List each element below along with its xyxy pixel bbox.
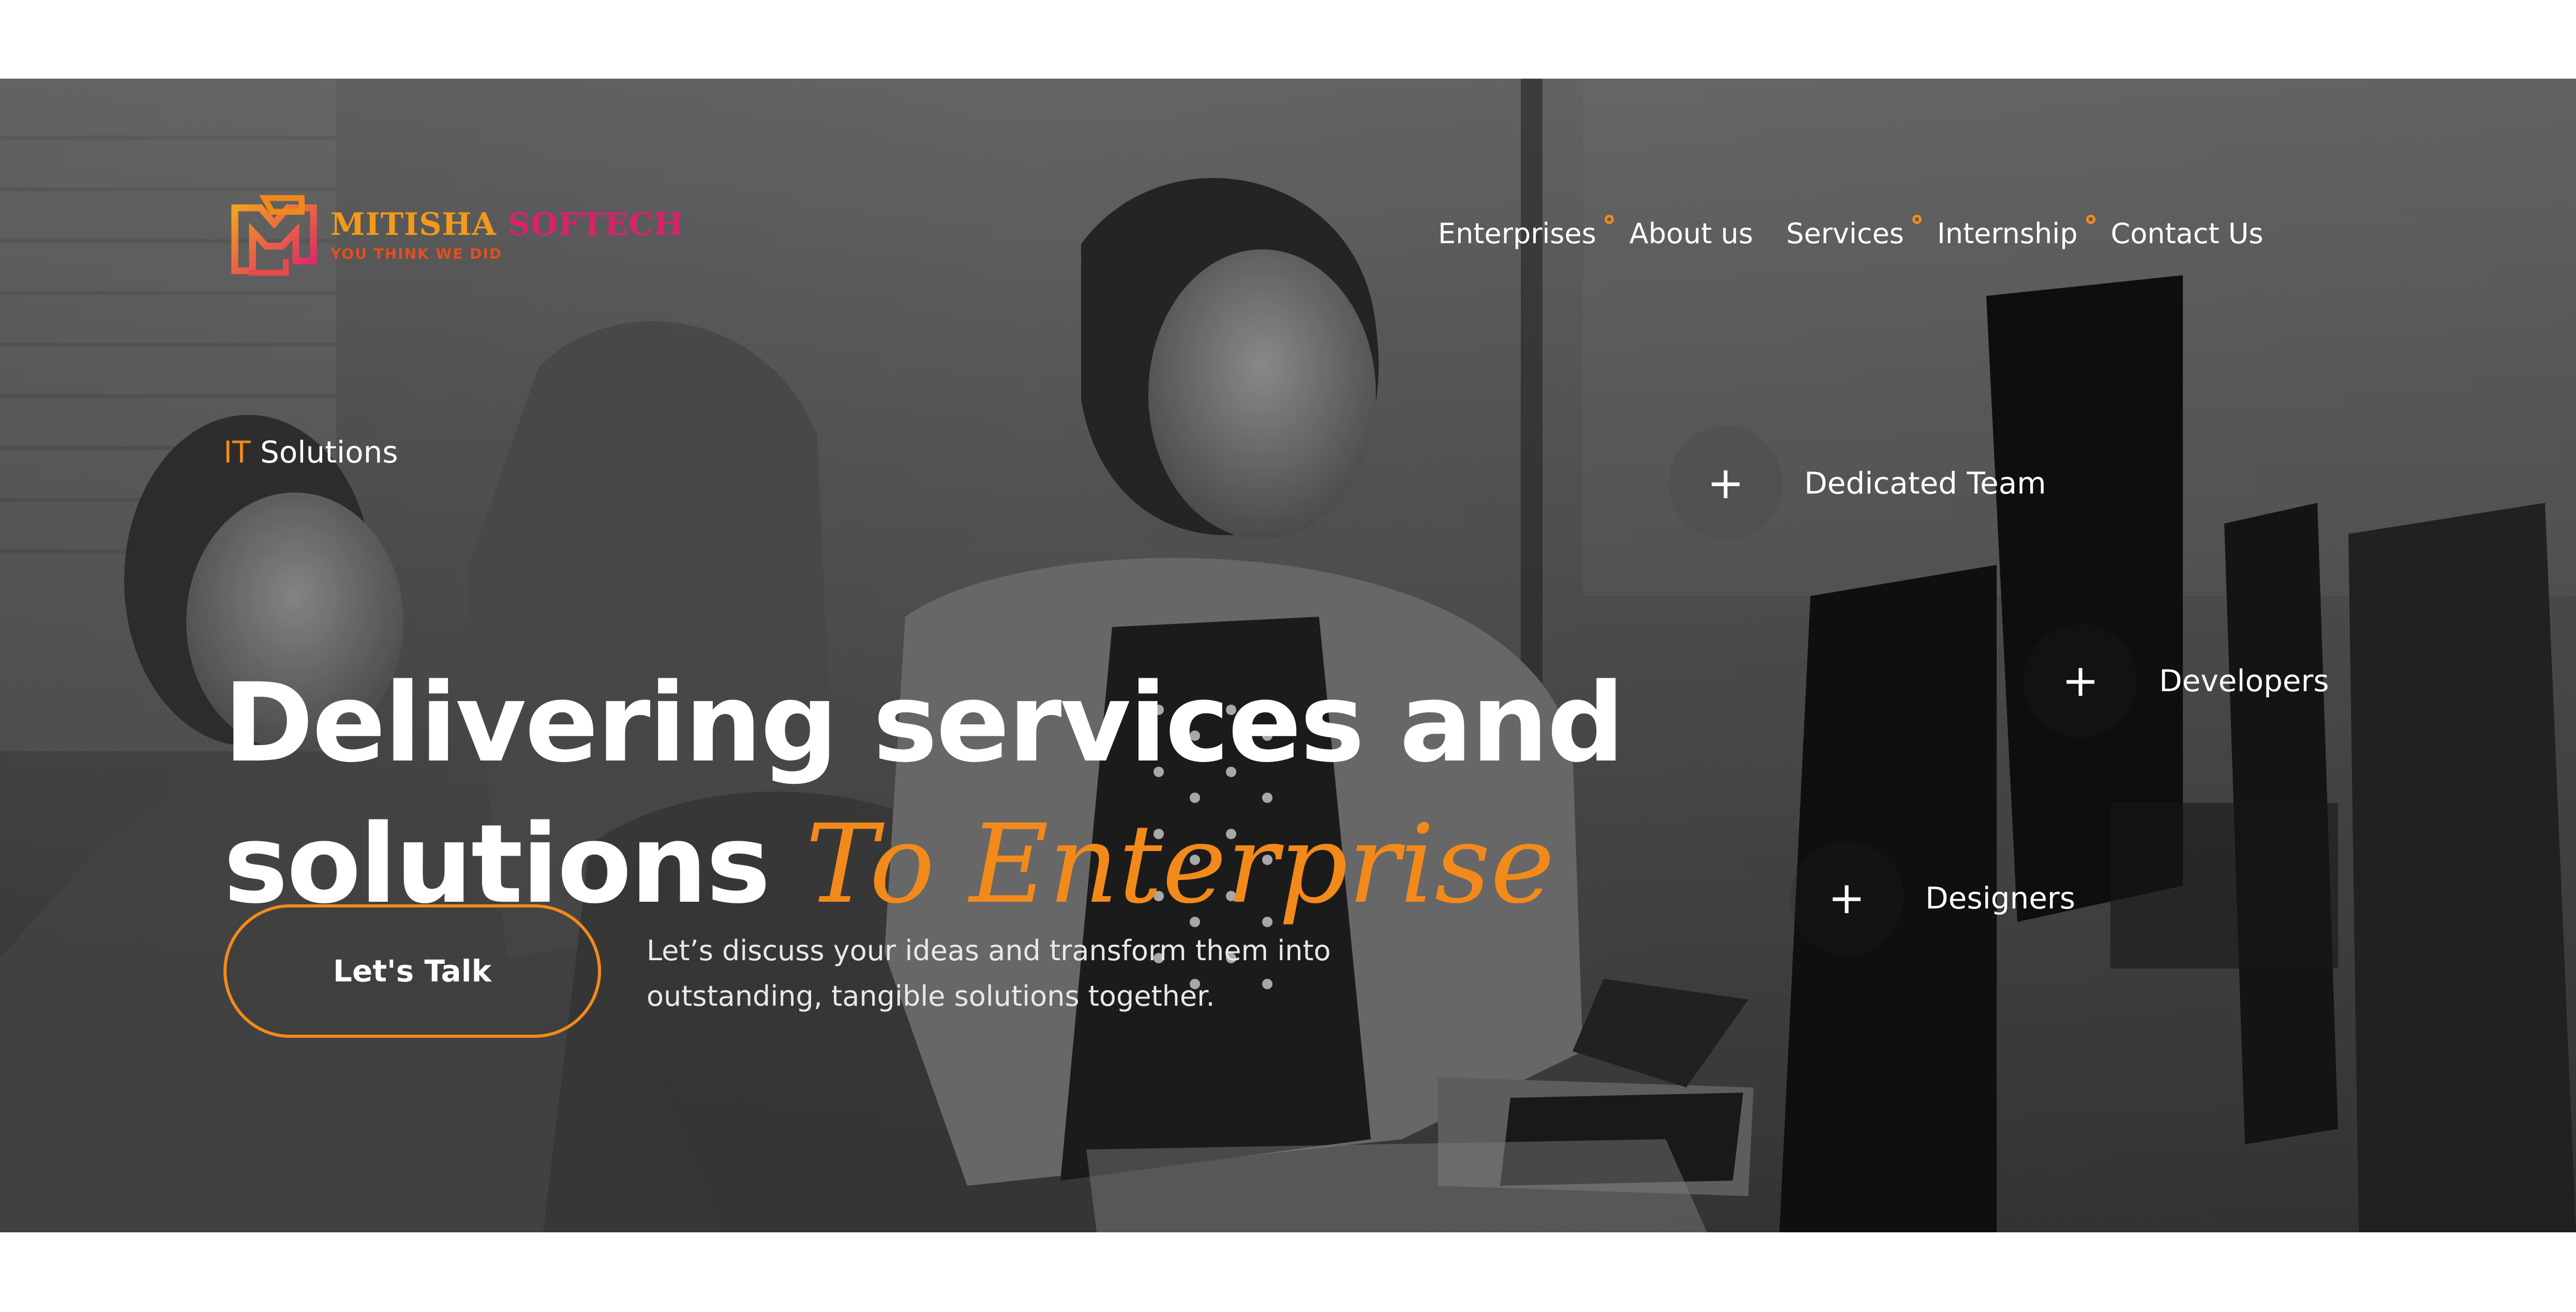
brand-tagline: YOU THINK WE DID (331, 245, 503, 262)
brand-name: MITISHA SOFTECH (331, 209, 684, 240)
hero-headline: Delivering services and solutions To Ent… (223, 652, 1625, 935)
ring-dot-icon (2086, 215, 2095, 224)
ms-monogram-logo-icon (231, 195, 317, 276)
ring-dot-icon (1912, 215, 1922, 224)
nav-label-services: Services (1786, 217, 1904, 250)
nav-item-about-us[interactable]: About us (1629, 220, 1753, 248)
nav-label-enterprises: Enterprises (1438, 217, 1596, 250)
eyebrow-prefix: IT (223, 435, 251, 470)
eyebrow-text: Solutions (260, 435, 398, 470)
headline-script-text: To Enterprise (805, 800, 1555, 928)
feature-designers[interactable]: + Designers (1790, 841, 2075, 955)
plus-icon[interactable]: + (1669, 426, 1783, 540)
brand-name-right: SOFTECH (507, 206, 684, 243)
brand-text: MITISHA SOFTECH YOU THINK WE DID (331, 209, 684, 262)
nav-label-contact-us: Contact Us (2110, 217, 2264, 250)
plus-icon[interactable]: + (2024, 624, 2137, 738)
brand-logo[interactable]: MITISHA SOFTECH YOU THINK WE DID (225, 186, 683, 285)
brand-name-left: MITISHA (331, 206, 497, 243)
headline-line-1: Delivering services and (223, 659, 1625, 786)
hero-description: Let’s discuss your ideas and transform t… (647, 928, 1454, 1019)
hero-description-line-1: Let’s discuss your ideas and transform t… (647, 934, 1331, 967)
hero-description-line-2: outstanding, tangible solutions together… (647, 980, 1215, 1012)
nav-item-services[interactable]: Services (1786, 215, 1922, 250)
hero-section: MITISHA SOFTECH YOU THINK WE DID Enterpr… (0, 79, 2576, 1232)
nav-label-internship: Internship (1937, 217, 2078, 250)
feature-developers[interactable]: + Developers (2024, 624, 2329, 738)
feature-label-dedicated-team: Dedicated Team (1804, 466, 2046, 501)
nav-label-about-us: About us (1629, 217, 1754, 250)
feature-dedicated-team[interactable]: + Dedicated Team (1669, 426, 2046, 540)
hero-eyebrow: IT Solutions (223, 435, 398, 470)
ring-dot-icon (1604, 215, 1614, 224)
nav-item-contact-us[interactable]: Contact Us (2111, 220, 2264, 248)
lets-talk-button[interactable]: Let's Talk (223, 904, 601, 1038)
nav-item-enterprises[interactable]: Enterprises (1438, 215, 1614, 250)
feature-label-developers: Developers (2159, 663, 2329, 698)
nav-item-internship[interactable]: Internship (1937, 215, 2095, 250)
feature-label-designers: Designers (1925, 881, 2075, 916)
plus-icon[interactable]: + (1790, 841, 1904, 955)
lets-talk-label: Let's Talk (333, 953, 492, 989)
main-navigation: Enterprises About us Services Internship… (1438, 213, 2263, 255)
